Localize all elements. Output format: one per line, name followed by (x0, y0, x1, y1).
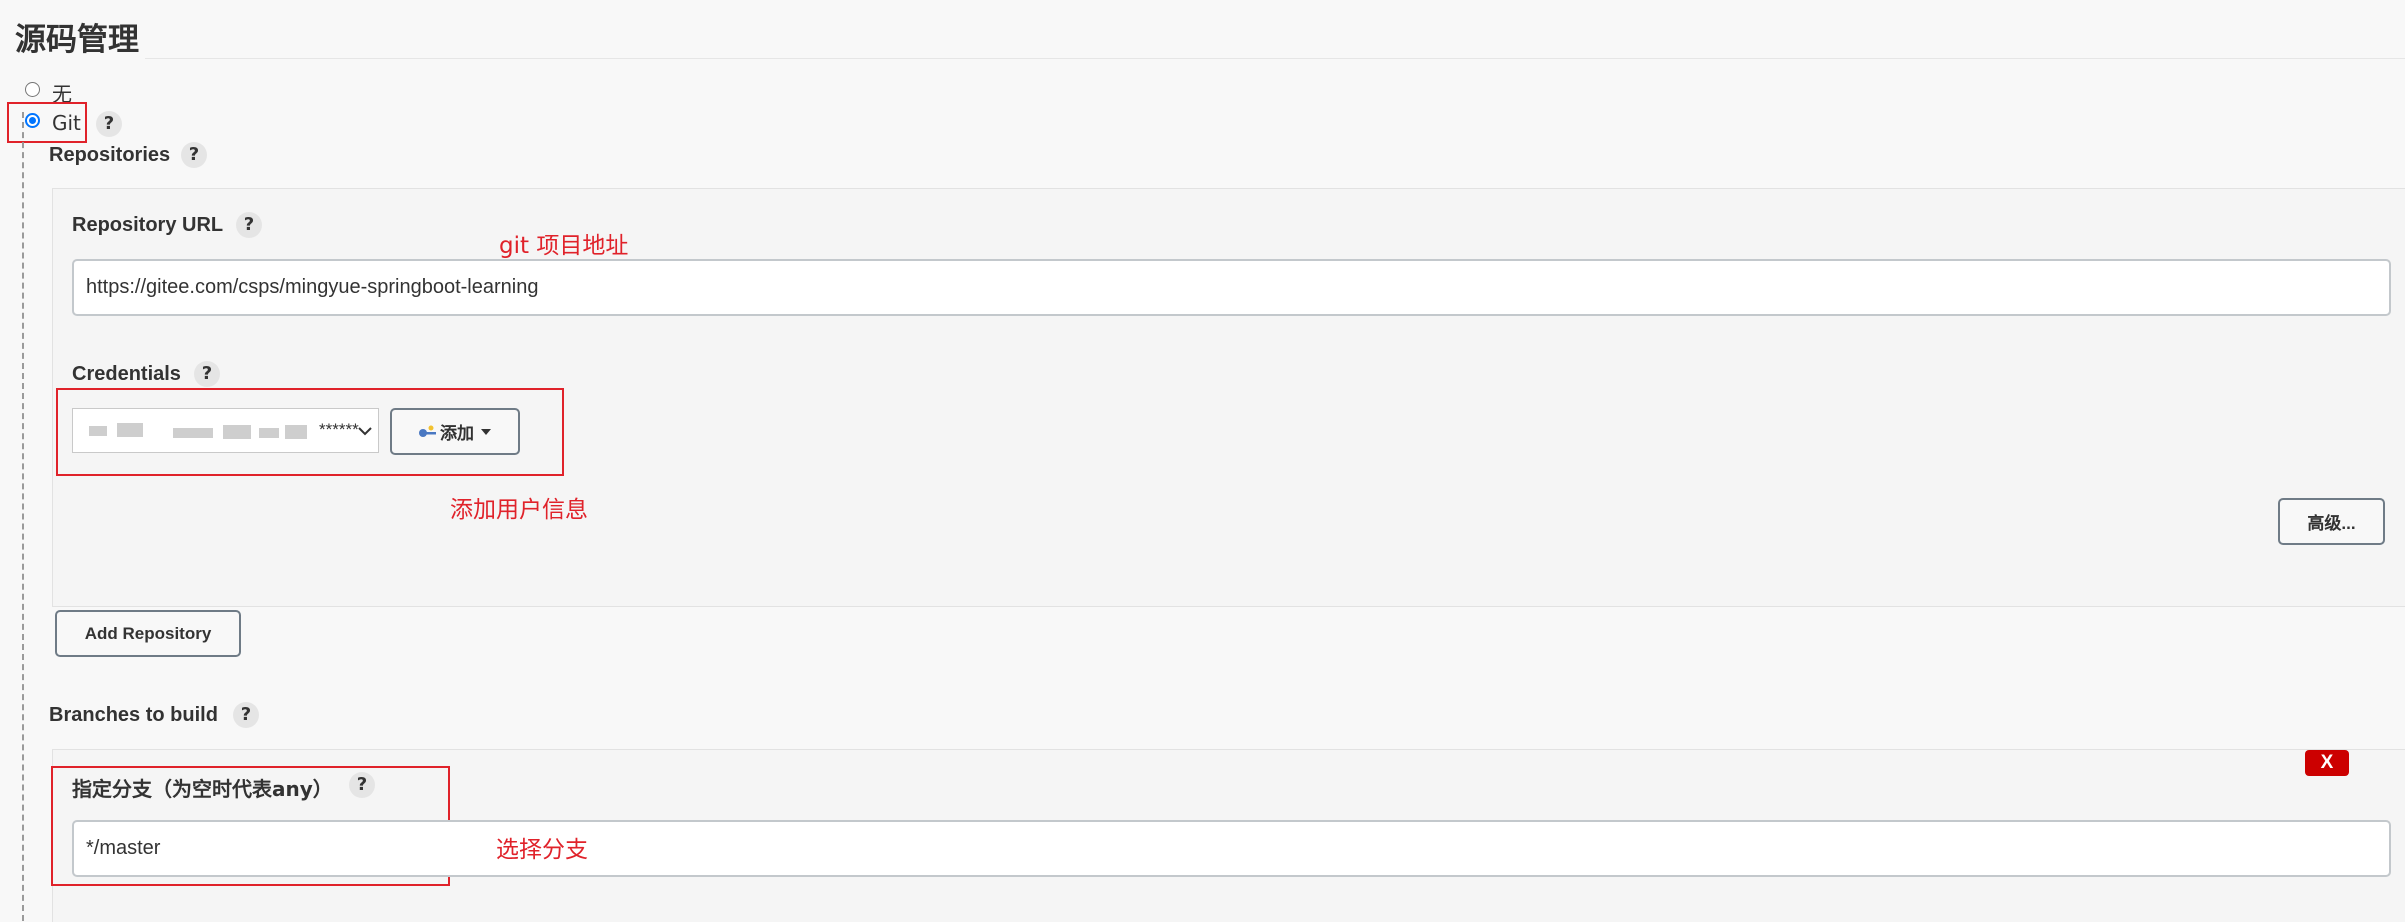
credentials-label: Credentials (72, 363, 181, 385)
branches-help-icon[interactable]: ? (233, 702, 259, 728)
git-section-indent-line (22, 112, 24, 921)
advanced-button-label: 高级... (2307, 514, 2356, 533)
repository-url-label: Repository URL (72, 214, 224, 236)
add-credentials-button[interactable]: 添加 (390, 408, 520, 455)
branch-specifier-input[interactable]: */master (72, 820, 2391, 877)
credentials-select[interactable]: ****** (72, 408, 379, 453)
title-divider (145, 58, 2405, 59)
repositories-label: Repositories (49, 144, 171, 166)
section-title: 源码管理 (15, 22, 139, 58)
advanced-button[interactable]: 高级... (2278, 498, 2385, 545)
repository-url-value: https://gitee.com/csps/mingyue-springboo… (86, 276, 539, 298)
key-icon (419, 425, 436, 437)
credentials-help-icon[interactable]: ? (194, 361, 220, 387)
add-credentials-label: 添加 (440, 424, 474, 443)
git-help-icon[interactable]: ? (96, 111, 122, 137)
scm-git-radio[interactable] (25, 113, 40, 128)
add-repository-label: Add Repository (84, 623, 212, 643)
branches-label: Branches to build (49, 704, 218, 726)
branch-specifier-label: 指定分支（为空时代表any） (72, 777, 333, 801)
scm-git-label: Git (52, 111, 81, 135)
delete-branch-button[interactable]: X (2305, 750, 2349, 776)
chevron-down-icon (358, 427, 372, 436)
add-repository-button[interactable]: Add Repository (55, 610, 241, 657)
repository-url-input[interactable]: https://gitee.com/csps/mingyue-springboo… (72, 259, 2391, 316)
caret-down-icon (481, 428, 491, 435)
branch-specifier-value: */master (86, 837, 161, 859)
git-url-annotation: git 项目地址 (499, 233, 629, 259)
branch-specifier-help-icon[interactable]: ? (349, 772, 375, 798)
branch-annotation: 选择分支 (496, 837, 588, 863)
repositories-help-icon[interactable]: ? (181, 142, 207, 168)
repository-url-help-icon[interactable]: ? (236, 212, 262, 238)
scm-none-radio[interactable] (25, 82, 40, 97)
delete-branch-label: X (2320, 752, 2334, 773)
credentials-masked-value: ****** (319, 420, 359, 439)
credentials-annotation: 添加用户信息 (450, 497, 588, 523)
